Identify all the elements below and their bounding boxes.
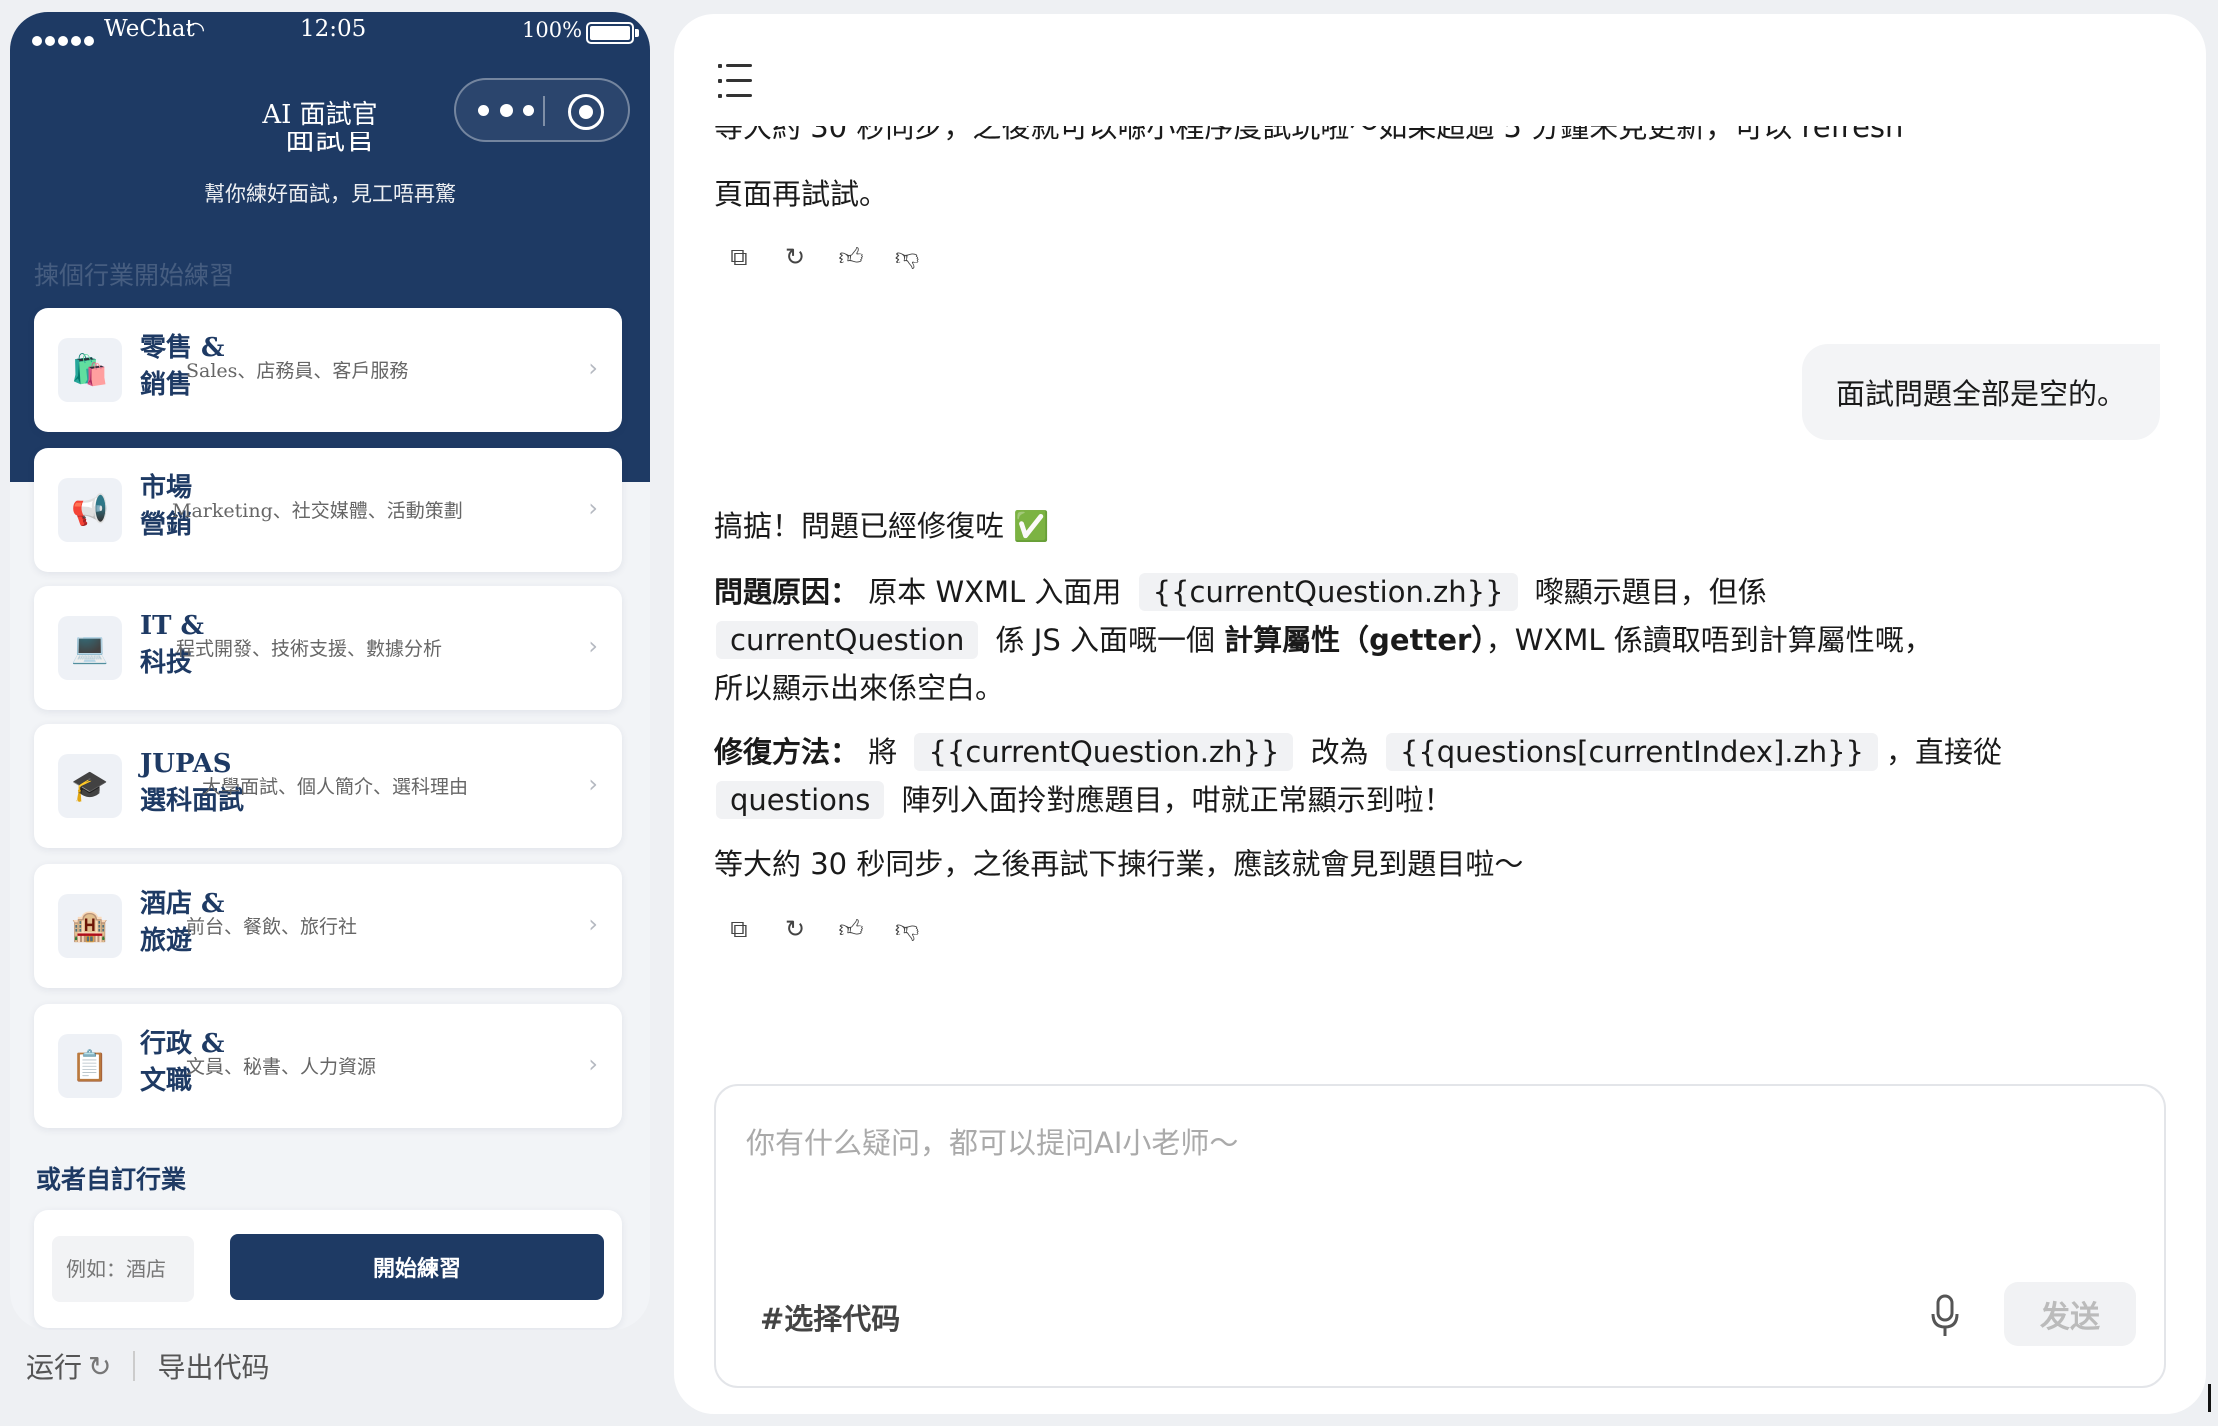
chevron-right-icon: › (588, 770, 598, 798)
inline-code: {{currentQuestion.zh}} (1138, 573, 1518, 611)
regenerate-icon[interactable]: ↻ (780, 242, 810, 272)
reply-closing: 等大約 30 秒同步，之後再試下揀行業，應該就會見到題目啦～ (714, 847, 1524, 881)
chat-composer: #选择代码 发送 (714, 1084, 2166, 1388)
thumbs-down-icon[interactable]: 👎︎ (892, 914, 922, 944)
fix-text: 陣列入面拎對應題目，咁就正常顯示到啦！ (901, 783, 1453, 817)
industry-card-retail[interactable]: 🛍️ 零售 & 銷售 Sales、店務員、客戶服務 › (34, 308, 622, 432)
send-button[interactable]: 发送 (2004, 1282, 2136, 1346)
status-time: 12:05 (300, 16, 367, 42)
cause-label: 問題原因： (714, 575, 860, 609)
more-dots-icon[interactable] (478, 100, 534, 120)
chevron-right-icon: › (588, 494, 598, 522)
chevron-right-icon: › (588, 1050, 598, 1078)
copy-icon[interactable]: ⧉ (724, 242, 754, 272)
toolbar-divider (133, 1351, 136, 1381)
industry-desc: Marketing、社交媒體、活動策劃 (172, 500, 463, 522)
custom-industry-card: 開始練習 (34, 1210, 622, 1328)
section-label: 揀個行業開始練習 (34, 261, 235, 290)
inline-code: currentQuestion (716, 621, 979, 659)
refresh-icon[interactable]: ↻ (88, 1350, 111, 1383)
message-actions: ⧉ ↻ 👍︎ 👎︎ (724, 914, 948, 944)
run-button[interactable]: 运行 (26, 1346, 82, 1386)
laptop-icon: 💻 (58, 616, 122, 680)
industry-desc: Sales、店務員、客戶服務 (186, 360, 409, 382)
message-actions: ⧉ ↻ 👍︎ 👎︎ (724, 242, 948, 272)
industry-desc: 大學面試、個人簡介、選科理由 (202, 776, 469, 798)
chat-input[interactable] (746, 1120, 2126, 1240)
megaphone-icon: 📢 (58, 478, 122, 542)
microphone-icon[interactable] (1930, 1294, 1960, 1338)
custom-industry-input[interactable] (52, 1236, 194, 1302)
regenerate-icon[interactable]: ↻ (780, 914, 810, 944)
cause-text: 嚟顯示題目，但係 (1534, 575, 1767, 609)
graduation-cap-icon: 🎓 (58, 754, 122, 818)
fix-text: ，直接從 (1885, 735, 2002, 769)
hero-title-clipped: 面試官 (285, 132, 375, 157)
cause-text: 原本 WXML 入面用 (868, 575, 1122, 609)
industry-desc: 前台、餐飲、旅行社 (186, 916, 358, 938)
previous-message-line: 頁面再試試。 (714, 177, 889, 211)
battery-icon (586, 22, 639, 44)
thumbs-up-icon[interactable]: 👍︎ (836, 914, 866, 944)
chat-panel: 等大約 30 秒同步，之後就可以喺小程序度試玩啦～如果超過 5 分鐘未見更新，可… (674, 14, 2206, 1414)
battery-percent: 100% (522, 18, 583, 42)
export-code-button[interactable]: 导出代码 (157, 1346, 269, 1386)
thumbs-up-icon[interactable]: 👍︎ (836, 242, 866, 272)
reply-fix-line1: 修復方法： 將 {{currentQuestion.zh}} 改為 {{ques… (714, 728, 2002, 776)
status-bar: WeChat ◠ 12:05 100% (10, 12, 650, 58)
reply-cause-line1: 問題原因： 原本 WXML 入面用 {{currentQuestion.zh}}… (714, 568, 1767, 616)
inline-code: questions (716, 781, 885, 819)
industry-card-hotel[interactable]: 🏨 酒店 & 旅遊 前台、餐飲、旅行社 › (34, 864, 622, 988)
chevron-right-icon: › (588, 910, 598, 938)
signal-dots-icon (32, 26, 97, 52)
carrier-label: WeChat (104, 16, 195, 42)
inline-code: {{currentQuestion.zh}} (914, 733, 1294, 771)
clipboard-icon: 📋 (58, 1034, 122, 1098)
chevron-right-icon: › (588, 632, 598, 660)
reply-headline: 搞掂！問題已經修復咗 ✅ (714, 509, 1050, 543)
industry-desc: 文員、秘書、人力資源 (186, 1056, 377, 1078)
inline-code: {{questions[currentIndex].zh}} (1385, 733, 1878, 771)
industry-desc: 程式開發、技術支援、數據分析 (176, 638, 443, 660)
reply-fix-line2: questions 陣列入面拎對應題目，咁就正常顯示到啦！ (708, 776, 1453, 824)
user-message-bubble: 面試問題全部是空的。 (1801, 344, 2160, 440)
fix-label: 修復方法： (714, 735, 860, 769)
copy-icon[interactable]: ⧉ (724, 914, 754, 944)
phone-simulator: WeChat ◠ 12:05 100% AI 面試官 面試官 幫你練好面試，見工… (10, 12, 650, 1330)
shopping-bag-icon: 🛍️ (58, 338, 122, 402)
custom-industry-label: 或者自訂行業 (36, 1165, 187, 1194)
industry-card-jupas[interactable]: 🎓 JUPAS 選科面試 大學面試、個人簡介、選科理由 › (34, 724, 622, 848)
industry-card-it[interactable]: 💻 IT & 科技 程式開發、技術支援、數據分析 › (34, 586, 622, 710)
fix-text: 將 (868, 735, 898, 769)
industry-card-admin[interactable]: 📋 行政 & 文職 文員、秘書、人力資源 › (34, 1004, 622, 1128)
wifi-icon: ◠ (186, 18, 206, 43)
close-target-icon[interactable] (568, 94, 604, 130)
hero-subtitle: 幫你練好面試，見工唔再驚 (204, 182, 456, 206)
cause-text: 係 JS 入面嘅一個 (995, 623, 1215, 657)
fix-text: 改為 (1310, 735, 1369, 769)
previous-message-clipped: 等大約 30 秒同步，之後就可以喺小程序度試玩啦～如果超過 5 分鐘未見更新，可… (714, 126, 1904, 144)
reply-cause-line3: 所以顯示出來係空白。 (714, 671, 1005, 705)
thumbs-down-icon[interactable]: 👎︎ (892, 242, 922, 272)
chevron-right-icon: › (588, 354, 598, 382)
capsule-divider (543, 96, 545, 126)
hotel-icon: 🏨 (58, 894, 122, 958)
reply-cause-line2: currentQuestion 係 JS 入面嘅一個 計算屬性（getter），… (708, 616, 1933, 664)
run-toolbar: 运行 ↻ 导出代码 (26, 1346, 270, 1386)
select-code-button[interactable]: #选择代码 (760, 1296, 900, 1338)
industry-card-marketing[interactable]: 📢 市場 營銷 Marketing、社交媒體、活動策劃 › (34, 448, 622, 572)
cause-bold-text: 計算屬性（getter） (1224, 623, 1486, 657)
start-practice-button[interactable]: 開始練習 (230, 1234, 604, 1300)
text-cursor (2208, 1384, 2211, 1412)
cause-text: ，WXML 係讀取唔到計算屬性嘅， (1485, 623, 1933, 657)
list-menu-icon[interactable] (718, 64, 754, 100)
